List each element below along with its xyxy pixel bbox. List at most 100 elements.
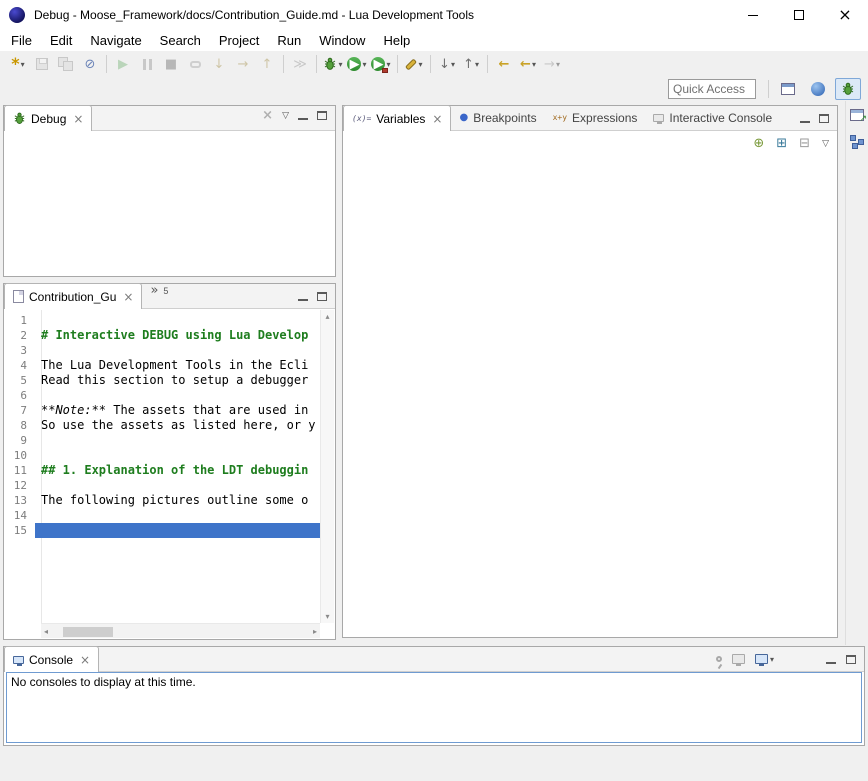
back-button[interactable]: ← ▾ bbox=[517, 53, 539, 75]
editor-overflow-tab[interactable]: » 5 bbox=[142, 283, 176, 308]
menu-item-search[interactable]: Search bbox=[151, 31, 210, 50]
close-tab-icon[interactable]: × bbox=[432, 112, 442, 126]
editor-line[interactable]: 2# Interactive DEBUG using Lua Develop bbox=[5, 328, 320, 343]
suspend-button[interactable] bbox=[136, 53, 158, 75]
close-tab-icon[interactable]: × bbox=[73, 112, 83, 126]
resume-button[interactable]: ▶ bbox=[112, 53, 134, 75]
breakpoints-tab[interactable]: ● Breakpoints bbox=[451, 105, 544, 130]
collapse-all-button[interactable]: ⊟ bbox=[799, 137, 810, 150]
menu-item-run[interactable]: Run bbox=[268, 31, 310, 50]
minimize-view-button[interactable] bbox=[826, 655, 836, 664]
editor-line[interactable]: 14 bbox=[5, 508, 320, 523]
menu-item-file[interactable]: File bbox=[2, 31, 41, 50]
menu-item-help[interactable]: Help bbox=[374, 31, 419, 50]
maximize-view-button[interactable] bbox=[846, 655, 856, 664]
forward-button[interactable]: → ▾ bbox=[541, 53, 563, 75]
new-button[interactable]: * ▾ bbox=[7, 53, 29, 75]
step-filters-icon: ≫ bbox=[293, 58, 307, 71]
line-number: 9 bbox=[5, 433, 35, 448]
pin-console-button[interactable] bbox=[716, 656, 722, 662]
scroll-down-icon[interactable]: ▾ bbox=[325, 612, 329, 621]
editor-line[interactable]: 7**Note:** The assets that are used in bbox=[5, 403, 320, 418]
editor-line[interactable]: 4The Lua Development Tools in the Ecli bbox=[5, 358, 320, 373]
editor-line[interactable]: 9 bbox=[5, 433, 320, 448]
variables-content[interactable] bbox=[344, 132, 836, 636]
remove-terminated-button[interactable]: × bbox=[262, 108, 273, 123]
editor-line[interactable]: 6 bbox=[5, 388, 320, 403]
scroll-left-icon[interactable]: ◂ bbox=[44, 627, 48, 636]
skip-breakpoints-button[interactable]: ⊘ bbox=[79, 53, 101, 75]
maximize-view-button[interactable] bbox=[317, 111, 327, 120]
debug-tab[interactable]: Debug × bbox=[4, 105, 92, 131]
minimized-view-button[interactable] bbox=[850, 135, 864, 149]
show-logical-structures-button[interactable]: ⊞ bbox=[776, 137, 787, 150]
editor-line[interactable]: 12 bbox=[5, 478, 320, 493]
maximize-view-button[interactable] bbox=[819, 114, 829, 123]
show-type-names-button[interactable]: ⊕ bbox=[753, 137, 764, 150]
expressions-tab[interactable]: x+y Expressions bbox=[545, 105, 646, 130]
editor-line[interactable]: 3 bbox=[5, 343, 320, 358]
run-history-button[interactable]: ▶ ▾ bbox=[346, 53, 368, 75]
next-annotation-button[interactable]: ↓ ▾ bbox=[436, 53, 458, 75]
editor-line[interactable]: 11## 1. Explanation of the LDT debuggin bbox=[5, 463, 320, 478]
step-filters-button[interactable]: ≫ bbox=[289, 53, 311, 75]
step-into-button[interactable]: ↓ bbox=[208, 53, 230, 75]
scroll-up-icon[interactable]: ▴ bbox=[325, 312, 329, 321]
expressions-icon: x+y bbox=[553, 113, 567, 122]
last-edit-location-button[interactable]: ← bbox=[493, 53, 515, 75]
horizontal-scrollbar[interactable]: ◂ ▸ bbox=[41, 623, 320, 638]
open-console-button[interactable]: ▾ bbox=[755, 654, 774, 664]
save-button[interactable] bbox=[31, 53, 53, 75]
disconnect-button[interactable] bbox=[184, 53, 206, 75]
variables-tab[interactable]: (x)= Variables × bbox=[343, 105, 451, 131]
editor-lines: 1 2# Interactive DEBUG using Lua Develop… bbox=[5, 313, 320, 538]
editor-tab[interactable]: Contribution_Gu × bbox=[4, 283, 142, 309]
editor-line-selected[interactable]: 15 bbox=[5, 523, 320, 538]
editor-line[interactable]: 8So use the assets as listed here, or y bbox=[5, 418, 320, 433]
menu-item-edit[interactable]: Edit bbox=[41, 31, 81, 50]
display-selected-console-button[interactable] bbox=[732, 654, 745, 664]
search-button[interactable]: ▾ bbox=[403, 53, 425, 75]
debug-perspective-button[interactable] bbox=[835, 78, 861, 100]
view-menu-button[interactable]: ▽ bbox=[282, 111, 289, 121]
open-perspective-button[interactable] bbox=[775, 78, 801, 100]
minimize-view-button[interactable] bbox=[800, 114, 810, 123]
quick-access-input[interactable]: Quick Access bbox=[668, 79, 756, 99]
editor-line[interactable]: 13The following pictures outline some o bbox=[5, 493, 320, 508]
toolbar-separator bbox=[316, 55, 317, 73]
minimize-view-button[interactable] bbox=[298, 111, 308, 120]
close-tab-icon[interactable]: × bbox=[80, 653, 90, 667]
step-over-button[interactable]: → bbox=[232, 53, 254, 75]
console-tab[interactable]: Console × bbox=[4, 646, 99, 672]
close-window-button[interactable]: × bbox=[822, 0, 868, 30]
close-tab-icon[interactable]: × bbox=[123, 290, 133, 304]
editor-content[interactable]: 1 2# Interactive DEBUG using Lua Develop… bbox=[5, 310, 334, 638]
restore-arrow-icon: ↗ bbox=[859, 114, 867, 124]
scroll-right-icon[interactable]: ▸ bbox=[313, 627, 317, 636]
minimize-view-button[interactable] bbox=[298, 292, 308, 301]
terminate-button[interactable]: ■ bbox=[160, 53, 182, 75]
previous-annotation-button[interactable]: ↑ ▾ bbox=[460, 53, 482, 75]
save-all-button[interactable] bbox=[55, 53, 77, 75]
restore-minimized-views-button[interactable]: ↗ bbox=[850, 109, 864, 121]
debug-view-content[interactable] bbox=[5, 132, 334, 275]
scrollbar-thumb[interactable] bbox=[63, 627, 113, 637]
vertical-scrollbar[interactable]: ▴ ▾ bbox=[320, 310, 334, 623]
step-return-button[interactable]: ↑ bbox=[256, 53, 278, 75]
menu-item-project[interactable]: Project bbox=[210, 31, 268, 50]
debug-history-button[interactable]: ▾ bbox=[322, 53, 344, 75]
editor-line[interactable]: 10 bbox=[5, 448, 320, 463]
external-tools-button[interactable]: ▶ ▾ bbox=[370, 53, 392, 75]
editor-line[interactable]: 1 bbox=[5, 313, 320, 328]
view-menu-button[interactable]: ▽ bbox=[822, 139, 829, 149]
console-content[interactable]: No consoles to display at this time. bbox=[6, 672, 862, 743]
menu-item-window[interactable]: Window bbox=[310, 31, 374, 50]
minimize-window-button[interactable] bbox=[730, 0, 776, 30]
menu-item-navigate[interactable]: Navigate bbox=[81, 31, 150, 50]
maximize-window-button[interactable] bbox=[776, 0, 822, 30]
debug-bug-icon bbox=[323, 57, 337, 71]
lua-perspective-button[interactable] bbox=[805, 78, 831, 100]
editor-line[interactable]: 5Read this section to setup a debugger bbox=[5, 373, 320, 388]
interactive-console-tab[interactable]: Interactive Console bbox=[645, 105, 780, 130]
maximize-view-button[interactable] bbox=[317, 292, 327, 301]
